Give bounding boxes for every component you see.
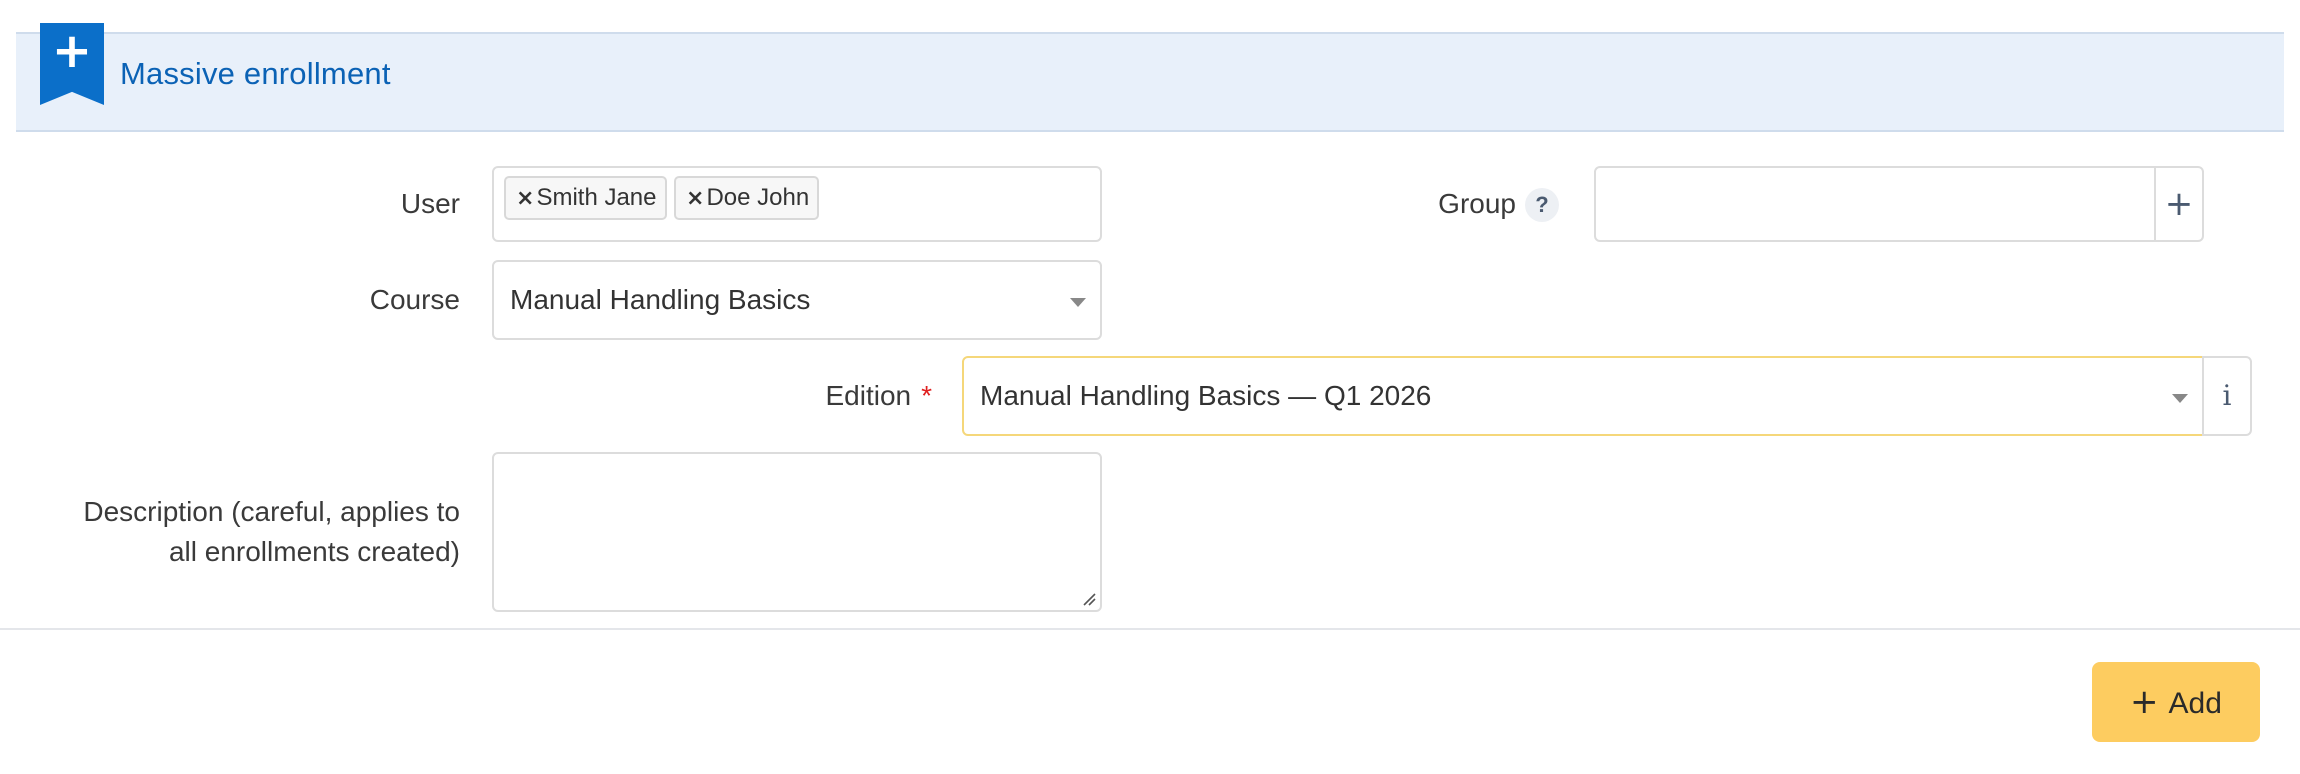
edition-select[interactable]: Manual Handling Basics — Q1 2026 <box>962 356 2204 436</box>
course-selected: Manual Handling Basics <box>510 284 811 315</box>
user-tag-label: Doe John <box>706 184 810 211</box>
user-multiselect[interactable]: ×Smith Jane ×Doe John <box>492 166 1102 242</box>
description-label-line2: all enrollments created) <box>168 536 460 567</box>
resize-grip-icon[interactable] <box>1082 592 1096 606</box>
help-icon[interactable]: ? <box>1525 188 1559 222</box>
required-mark: * <box>921 380 932 411</box>
add-button-label: Add <box>2168 687 2222 720</box>
add-group-button[interactable]: + <box>2156 166 2204 242</box>
description-label-line1: Description (careful, applies to <box>83 496 460 527</box>
chevron-down-icon <box>1070 298 1086 307</box>
user-tag-label: Smith Jane <box>536 184 657 211</box>
course-label: Course <box>369 284 460 315</box>
remove-tag-icon[interactable]: × <box>516 186 534 211</box>
course-select[interactable]: Manual Handling Basics <box>492 260 1102 340</box>
edition-selected: Manual Handling Basics — Q1 2026 <box>980 380 1432 411</box>
plus-icon: + <box>2130 682 2159 722</box>
add-button[interactable]: + Add <box>2092 662 2260 742</box>
description-textarea[interactable] <box>492 452 1102 612</box>
form-divider <box>0 628 2300 630</box>
edition-label-text: Edition <box>825 380 912 411</box>
user-tag: ×Doe John <box>674 176 820 220</box>
remove-tag-icon[interactable]: × <box>686 186 704 211</box>
group-input[interactable] <box>1594 166 2156 242</box>
panel-title: Massive enrollment <box>120 56 391 91</box>
plus-icon: + <box>51 23 93 79</box>
user-tag: ×Smith Jane <box>504 176 667 220</box>
user-label: User <box>400 188 460 219</box>
chevron-down-icon <box>2172 394 2188 403</box>
group-label: Group <box>1438 188 1516 219</box>
info-button[interactable]: i <box>2202 356 2252 436</box>
edition-label: Edition * <box>720 376 932 416</box>
